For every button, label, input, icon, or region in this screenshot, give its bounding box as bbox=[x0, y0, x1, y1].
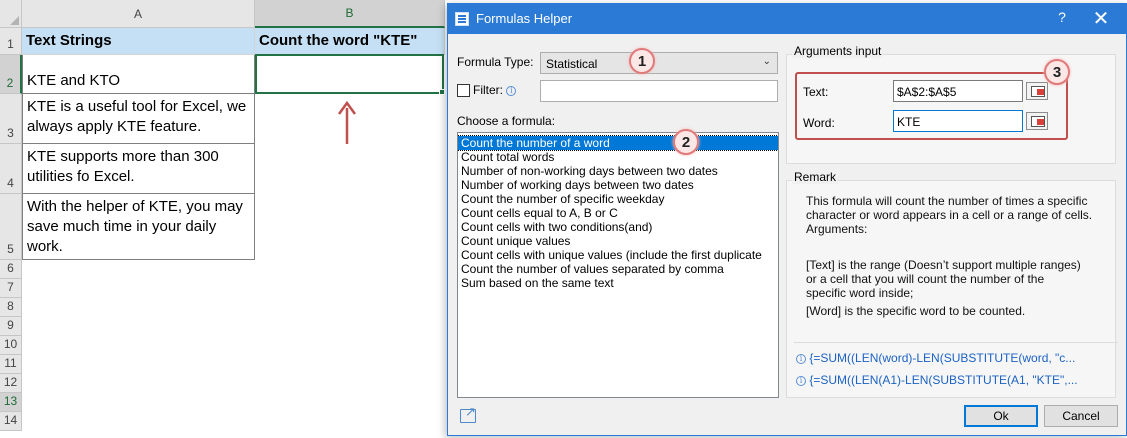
remark-line: character or word appears in a cell or a… bbox=[806, 208, 1093, 222]
cell-a4-line-2: utilities fo Excel. bbox=[27, 168, 135, 185]
formula-list-item[interactable]: Number of working days between two dates bbox=[458, 178, 778, 192]
remark-line: specific word inside; bbox=[806, 286, 914, 300]
formula-list-item[interactable]: Count total words bbox=[458, 150, 778, 164]
formula-list[interactable]: Count the number of a word Count total w… bbox=[457, 132, 779, 398]
formula-list-item[interactable]: Count unique values bbox=[458, 234, 778, 248]
row-header-12[interactable]: 12 bbox=[0, 374, 22, 393]
spreadsheet: A B 1 2 3 4 5 6 7 8 9 10 11 12 13 14 Tex… bbox=[0, 0, 460, 438]
formula-list-item[interactable]: Count cells equal to A, B or C bbox=[458, 206, 778, 220]
select-all-corner[interactable] bbox=[0, 0, 22, 28]
cell-a3-line-2: always apply KTE feature. bbox=[27, 118, 202, 135]
fill-handle[interactable] bbox=[439, 89, 445, 95]
callout-badge-1: 1 bbox=[629, 48, 655, 74]
column-header-b[interactable]: B bbox=[255, 0, 445, 28]
formula-list-item[interactable]: Sum based on the same text bbox=[458, 276, 778, 290]
up-arrow-annotation bbox=[337, 100, 357, 144]
formula-example-1[interactable]: i {=SUM((LEN(word)-LEN(SUBSTITUTE(word, … bbox=[796, 351, 1075, 365]
callout-badge-3: 3 bbox=[1044, 59, 1070, 85]
remark-line: [Text] is the range (Doesn’t support mul… bbox=[806, 258, 1081, 272]
text-arg-input[interactable]: $A$2:$A$5 bbox=[893, 80, 1023, 102]
formula-list-item[interactable]: Count the number of values separated by … bbox=[458, 262, 778, 276]
formula-list-item[interactable]: Count cells with two conditions(and) bbox=[458, 220, 778, 234]
formula-example-1-text: {=SUM((LEN(word)-LEN(SUBSTITUTE(word, "c… bbox=[809, 351, 1076, 365]
formula-example-2[interactable]: i {=SUM((LEN(A1)-LEN(SUBSTITUTE(A1, "KTE… bbox=[796, 373, 1078, 387]
cancel-button[interactable]: Cancel bbox=[1044, 405, 1118, 427]
close-button[interactable]: ✕ bbox=[1088, 6, 1114, 31]
remark-line: or a cell that you will count the number… bbox=[806, 272, 1045, 286]
dialog-title: Formulas Helper bbox=[476, 11, 573, 26]
filter-label-text: Filter: bbox=[473, 83, 503, 97]
formula-example-2-text: {=SUM((LEN(A1)-LEN(SUBSTITUTE(A1, "KTE",… bbox=[809, 373, 1078, 387]
info-icon[interactable]: i bbox=[506, 85, 517, 96]
row-header-8[interactable]: 8 bbox=[0, 298, 22, 317]
chevron-down-icon: ⌄ bbox=[762, 56, 771, 67]
remark-title: Remark bbox=[792, 170, 839, 184]
row-header-7[interactable]: 7 bbox=[0, 279, 22, 298]
info-icon: i bbox=[796, 375, 806, 386]
row-header-13[interactable]: 13 bbox=[0, 393, 22, 412]
row-header-1[interactable]: 1 bbox=[0, 28, 22, 55]
row-header-5[interactable]: 5 bbox=[0, 194, 22, 260]
row-header-9[interactable]: 9 bbox=[0, 317, 22, 336]
column-header-a[interactable]: A bbox=[22, 0, 255, 28]
app-icon bbox=[455, 12, 469, 26]
filter-checkbox[interactable] bbox=[457, 84, 470, 97]
filter-input[interactable] bbox=[540, 80, 778, 102]
row-header-2[interactable]: 2 bbox=[0, 55, 22, 94]
help-button[interactable]: ? bbox=[1052, 9, 1072, 25]
external-link-icon[interactable] bbox=[460, 404, 476, 423]
remark-separator bbox=[794, 342, 1118, 343]
row-header-11[interactable]: 11 bbox=[0, 355, 22, 374]
filter-label: Filter: i bbox=[473, 83, 517, 97]
callout-badge-2: 2 bbox=[673, 129, 699, 155]
cell-a5-line-1: With the helper of KTE, you may bbox=[27, 198, 243, 215]
remark-line: This formula will count the number of ti… bbox=[806, 194, 1088, 208]
remark-line: Arguments: bbox=[806, 222, 868, 236]
formula-list-item[interactable]: Count cells with unique values (include … bbox=[458, 248, 778, 262]
row-header-4[interactable]: 4 bbox=[0, 144, 22, 194]
cell-a2[interactable]: KTE and KTO bbox=[22, 55, 255, 94]
row-header-14[interactable]: 14 bbox=[0, 412, 22, 431]
cell-a1[interactable]: Text Strings bbox=[22, 28, 255, 55]
cell-a4[interactable]: KTE supports more than 300 utilities fo … bbox=[22, 144, 255, 194]
row-header-10[interactable]: 10 bbox=[0, 336, 22, 355]
cell-a3-line-1: KTE is a useful tool for Excel, we bbox=[27, 98, 247, 115]
formulas-helper-dialog: Formulas Helper ? ✕ Formula Type: Statis… bbox=[447, 3, 1127, 436]
text-arg-label: Text: bbox=[803, 85, 829, 99]
range-select-icon[interactable] bbox=[1026, 82, 1048, 100]
cell-a5-line-3: work. bbox=[27, 238, 63, 255]
formula-list-item[interactable]: Count the number of a word bbox=[458, 135, 778, 151]
cell-a3[interactable]: KTE is a useful tool for Excel, we alway… bbox=[22, 94, 255, 144]
formula-type-dropdown[interactable]: Statistical ⌄ bbox=[540, 52, 778, 74]
arguments-title: Arguments input bbox=[792, 44, 884, 58]
word-arg-label: Word: bbox=[803, 116, 835, 130]
cell-a5[interactable]: With the helper of KTE, you may save muc… bbox=[22, 194, 255, 260]
formula-list-item[interactable]: Number of non-working days between two d… bbox=[458, 164, 778, 178]
formula-list-item[interactable]: Count the number of specific weekday bbox=[458, 192, 778, 206]
ok-button[interactable]: Ok bbox=[964, 405, 1038, 427]
cell-a5-line-2: save much time in your daily bbox=[27, 218, 217, 235]
info-icon: i bbox=[796, 353, 806, 364]
remark-line: [Word] is the specific word to be counte… bbox=[806, 304, 1026, 318]
cell-b1[interactable]: Count the word "KTE" bbox=[255, 28, 445, 55]
row-header-3[interactable]: 3 bbox=[0, 94, 22, 144]
cell-b2[interactable] bbox=[255, 54, 444, 94]
formula-type-label: Formula Type: bbox=[457, 55, 534, 69]
row-header-6[interactable]: 6 bbox=[0, 260, 22, 279]
word-arg-input[interactable]: KTE bbox=[893, 110, 1023, 132]
formula-type-value: Statistical bbox=[546, 57, 598, 71]
choose-formula-label: Choose a formula: bbox=[457, 114, 556, 128]
cell-a4-line-1: KTE supports more than 300 bbox=[27, 148, 219, 165]
range-select-icon[interactable] bbox=[1026, 112, 1048, 130]
dialog-titlebar[interactable]: Formulas Helper ? ✕ bbox=[448, 4, 1126, 34]
